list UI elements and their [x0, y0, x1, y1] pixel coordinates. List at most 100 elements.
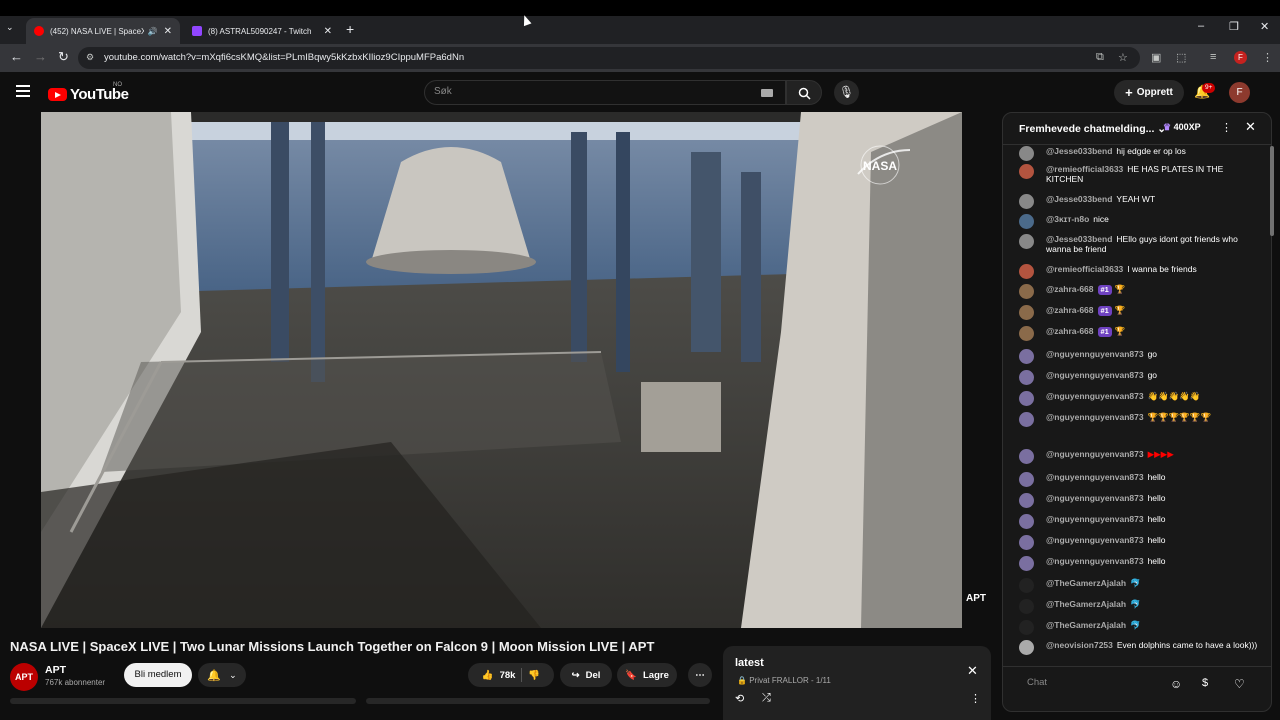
chat-message[interactable]: @remieofficial3633 I wanna be friends [1019, 264, 1259, 279]
chat-message[interactable]: @nguyennguyenvan873 ▶▶▶▶ [1019, 449, 1259, 464]
channel-name[interactable]: APT [45, 664, 66, 676]
chat-author-avatar[interactable] [1019, 214, 1034, 229]
chat-author-avatar[interactable] [1019, 449, 1034, 464]
chat-author[interactable]: @zahra-668 [1046, 326, 1094, 336]
chat-message[interactable]: @nguyennguyenvan873 go [1019, 349, 1259, 364]
browser-profile-avatar[interactable]: F [1234, 51, 1247, 64]
chat-author[interactable]: @nguyennguyenvan873 [1046, 412, 1144, 422]
chat-message[interactable]: @zahra-668 #1 🏆 [1019, 305, 1259, 320]
channel-avatar[interactable]: APT [10, 663, 38, 691]
chat-author[interactable]: @neovision7253 [1046, 640, 1113, 650]
share-button[interactable]: ↪ Del [560, 663, 612, 687]
chat-close-icon[interactable]: ✕ [1245, 119, 1256, 135]
more-actions-icon[interactable]: ⋯ [688, 663, 712, 687]
chat-author-avatar[interactable] [1019, 535, 1034, 550]
chat-author-avatar[interactable] [1019, 194, 1034, 209]
puzzle-icon[interactable]: ⬚ [1176, 51, 1186, 64]
chat-author[interactable]: @nguyennguyenvan873 [1046, 535, 1144, 545]
chat-message[interactable]: @nguyennguyenvan873 hello [1019, 493, 1259, 508]
chat-author[interactable]: @nguyennguyenvan873 [1046, 556, 1144, 566]
chat-author[interactable]: @Jesse033bend [1046, 234, 1112, 244]
bookmark-star-icon[interactable]: ☆ [1118, 51, 1128, 64]
chat-author[interactable]: @Jesse033bend [1046, 194, 1112, 204]
chat-author[interactable]: @nguyennguyenvan873 [1046, 370, 1144, 380]
keyboard-icon[interactable] [761, 89, 773, 97]
chat-message[interactable]: @Jesse033bend HEllo guys idont got friend… [1019, 234, 1259, 254]
reload-icon[interactable]: ↻ [58, 49, 69, 65]
window-close-icon[interactable]: ✕ [1260, 20, 1269, 33]
tab-search-chevron-icon[interactable]: ⌄ [6, 22, 14, 33]
playlist-close-icon[interactable]: ✕ [967, 663, 978, 679]
save-button[interactable]: 🔖 Lagre [617, 663, 677, 687]
new-tab-button[interactable]: + [346, 21, 354, 37]
like-button[interactable]: 👍 78k [482, 670, 516, 681]
chat-author[interactable]: @zahra-668 [1046, 305, 1094, 315]
chat-author[interactable]: @TheGamerzAjalah [1046, 578, 1126, 588]
chat-author-avatar[interactable] [1019, 370, 1034, 385]
chat-more-icon[interactable]: ⋮ [1221, 121, 1232, 134]
heart-icon[interactable]: ♡ [1234, 677, 1245, 691]
chat-input[interactable]: Chat [1027, 677, 1047, 688]
hamburger-menu-icon[interactable] [16, 85, 30, 100]
create-button[interactable]: + Opprett [1114, 80, 1184, 105]
chat-author-avatar[interactable] [1019, 620, 1034, 635]
playlist-menu-icon[interactable]: ⋮ [970, 692, 981, 705]
super-chat-icon[interactable]: $ [1202, 677, 1208, 689]
chat-author[interactable]: @nguyennguyenvan873 [1046, 391, 1144, 401]
chat-author-avatar[interactable] [1019, 472, 1034, 487]
xp-badge[interactable]: ♛ 400XP [1163, 122, 1201, 133]
chat-author[interactable]: @nguyennguyenvan873 [1046, 493, 1144, 503]
chat-author-avatar[interactable] [1019, 640, 1034, 655]
chat-message[interactable]: @nguyennguyenvan873 go [1019, 370, 1259, 385]
chat-author[interactable]: @nguyennguyenvan873 [1046, 514, 1144, 524]
video-player[interactable] [41, 112, 962, 628]
chat-message[interactable]: @remieofficial3633 HE HAS PLATES IN THE K… [1019, 164, 1259, 184]
browser-menu-icon[interactable]: ⋮ [1262, 51, 1273, 64]
minimize-icon[interactable]: – [1198, 20, 1204, 32]
browser-tab-twitch[interactable]: (8) ASTRAL5090247 - Twitch ✕ [184, 18, 340, 44]
chat-author-avatar[interactable] [1019, 264, 1034, 279]
account-avatar[interactable]: F [1229, 82, 1250, 103]
chat-author-avatar[interactable] [1019, 234, 1034, 249]
chat-message[interactable]: @3ĸɪᴛ-n8o nice [1019, 214, 1259, 229]
chat-author[interactable]: @nguyennguyenvan873 [1046, 472, 1144, 482]
extensions-icon[interactable]: ▣ [1151, 51, 1161, 64]
chat-author-avatar[interactable] [1019, 412, 1034, 427]
chat-author[interactable]: @remieofficial3633 [1046, 164, 1123, 174]
chat-author-avatar[interactable] [1019, 164, 1034, 179]
chat-message[interactable]: @nguyennguyenvan873 🏆🏆🏆🏆🏆🏆 [1019, 412, 1259, 427]
chat-author-avatar[interactable] [1019, 578, 1034, 593]
forward-icon[interactable]: → [34, 49, 47, 64]
chat-author[interactable]: @3ĸɪᴛ-n8o [1046, 214, 1089, 224]
chat-author[interactable]: @Jesse033bend [1046, 146, 1112, 156]
chat-message[interactable]: @nguyennguyenvan873 hello [1019, 556, 1259, 571]
loop-icon[interactable]: ⟲ [735, 692, 744, 705]
tab-close-icon[interactable]: ✕ [164, 26, 172, 37]
chat-author-avatar[interactable] [1019, 493, 1034, 508]
chat-author-avatar[interactable] [1019, 326, 1034, 341]
chat-author[interactable]: @zahra-668 [1046, 284, 1094, 294]
media-controls-icon[interactable]: ≡ [1210, 51, 1216, 63]
install-app-icon[interactable]: ⧉ [1096, 51, 1104, 64]
chat-message[interactable]: @TheGamerzAjalah 🐬 [1019, 578, 1259, 593]
chat-message[interactable]: @zahra-668 #1 🏆 [1019, 326, 1259, 341]
dislike-icon[interactable]: 👎 [528, 670, 540, 681]
chat-author-avatar[interactable] [1019, 556, 1034, 571]
chat-message[interactable]: @nguyennguyenvan873 hello [1019, 535, 1259, 550]
chat-author-avatar[interactable] [1019, 146, 1034, 161]
chat-author[interactable]: @remieofficial3633 [1046, 264, 1123, 274]
chat-author[interactable]: @TheGamerzAjalah [1046, 599, 1126, 609]
chat-message-list[interactable]: @Jesse033bend hij edgde er op los @remieof… [1003, 146, 1265, 666]
join-button[interactable]: Bli medlem [124, 663, 192, 687]
chat-message[interactable]: @nguyennguyenvan873 hello [1019, 472, 1259, 487]
chat-author[interactable]: @TheGamerzAjalah [1046, 620, 1126, 630]
chat-message[interactable]: @Jesse033bend YEAH WT [1019, 194, 1259, 209]
url-text[interactable]: youtube.com/watch?v=mXqfi6csKMQ&list=PLm… [104, 52, 464, 63]
chat-author-avatar[interactable] [1019, 284, 1034, 299]
chat-message[interactable]: @nguyennguyenvan873 👋👋👋👋👋 [1019, 391, 1259, 406]
chat-message[interactable]: @TheGamerzAjalah 🐬 [1019, 620, 1259, 635]
search-button[interactable] [786, 80, 822, 105]
back-icon[interactable]: ← [10, 49, 23, 64]
maximize-icon[interactable]: ❐ [1229, 20, 1239, 33]
chat-author[interactable]: @nguyennguyenvan873 [1046, 449, 1144, 459]
